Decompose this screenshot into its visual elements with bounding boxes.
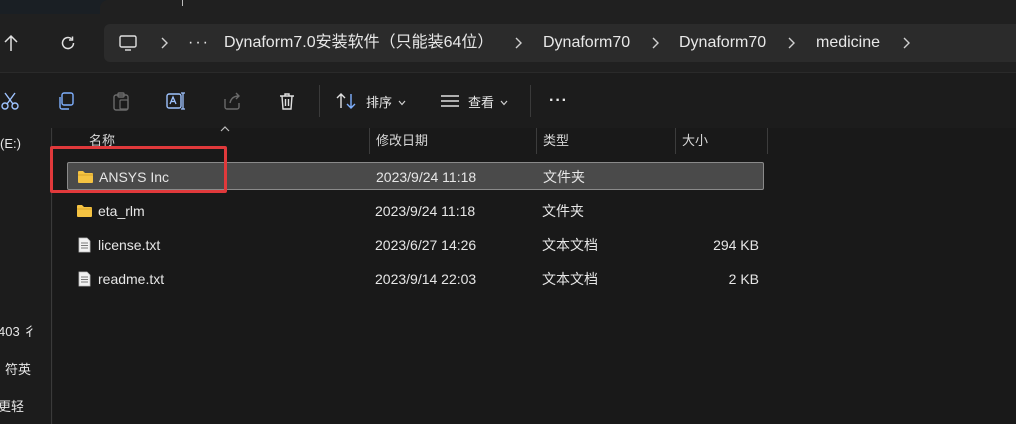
- copy-icon[interactable]: [52, 87, 80, 115]
- breadcrumb-dynaform70-a[interactable]: Dynaform70: [543, 24, 630, 62]
- active-tab-fragment[interactable]: [100, 0, 1016, 14]
- address-bar[interactable]: ··· Dynaform7.0安装软件（只能装64位） Dynaform70 D…: [104, 24, 1016, 62]
- sort-button[interactable]: 排序: [336, 90, 406, 112]
- nav-drive-e[interactable]: (E:): [0, 136, 21, 151]
- view-list-icon: [440, 94, 460, 108]
- folder-icon: [77, 169, 94, 185]
- breadcrumb-overflow[interactable]: ···: [188, 24, 210, 62]
- file-row-license-txt[interactable]: license.txt 2023/6/27 14:26 文本文档 294 KB: [67, 231, 764, 259]
- file-row-readme-txt[interactable]: readme.txt 2023/9/14 22:03 文本文档 2 KB: [67, 265, 764, 293]
- file-modified: 2023/9/24 11:18: [375, 203, 476, 219]
- file-type: 文件夹: [543, 169, 585, 185]
- refresh-icon[interactable]: [53, 28, 83, 58]
- file-size: 2 KB: [728, 271, 759, 287]
- file-name: ANSYS Inc: [99, 169, 170, 185]
- navigation-bar: ··· Dynaform7.0安装软件（只能装64位） Dynaform70 D…: [0, 14, 1016, 72]
- file-type: 文件夹: [542, 203, 584, 219]
- file-size: 294 KB: [713, 237, 759, 253]
- file-row-eta-rlm[interactable]: eta_rlm 2023/9/24 11:18 文件夹: [67, 197, 764, 225]
- chevron-right-icon[interactable]: [898, 35, 914, 51]
- file-size: [687, 197, 759, 225]
- column-divider[interactable]: [675, 128, 676, 154]
- view-button[interactable]: 查看: [440, 90, 508, 112]
- column-header-modified[interactable]: 修改日期: [376, 128, 428, 154]
- delete-icon[interactable]: [273, 87, 301, 115]
- file-modified: 2023/6/27 14:26: [375, 237, 477, 253]
- chevron-right-icon: [515, 37, 522, 49]
- nav-item-fragment[interactable]: 符英: [5, 359, 31, 378]
- breadcrumb-dynaform70-b[interactable]: Dynaform70: [679, 24, 766, 62]
- file-row-ansys-inc[interactable]: ANSYS Inc 2023/9/24 11:18 文件夹: [67, 162, 764, 190]
- sort-ascending-icon: [220, 126, 230, 132]
- title-strip: [0, 0, 1016, 14]
- column-divider[interactable]: [536, 128, 537, 154]
- file-name: license.txt: [98, 237, 161, 253]
- chevron-right-icon: [652, 37, 659, 49]
- file-list: 名称 修改日期 类型 大小 ANSYS Inc 2023/9/24 11:18 …: [53, 126, 1016, 424]
- column-divider[interactable]: [369, 128, 370, 154]
- chevron-down-icon: [500, 94, 508, 109]
- file-modified: 2023/9/14 22:03: [375, 271, 477, 287]
- sort-icon: [336, 92, 358, 110]
- toolbar-divider: [319, 85, 320, 117]
- file-type: 文本文档: [542, 271, 598, 287]
- file-type: 文本文档: [542, 237, 598, 253]
- file-name: readme.txt: [98, 271, 165, 287]
- chevron-right-icon: [161, 37, 168, 49]
- tab-separator: [182, 0, 183, 6]
- column-header-row: 名称 修改日期 类型 大小: [53, 126, 1016, 154]
- sort-label: 排序: [366, 94, 393, 110]
- rename-icon[interactable]: [162, 87, 190, 115]
- chevron-down-icon: [398, 94, 406, 109]
- nav-item-fragment[interactable]: 403 彳: [0, 321, 36, 340]
- toolbar-divider: [530, 85, 531, 117]
- navigation-pane: (E:) 403 彳 符英 更轻: [0, 128, 52, 424]
- paste-icon[interactable]: [107, 87, 135, 115]
- computer-icon: [118, 34, 138, 52]
- text-file-icon: [76, 237, 93, 253]
- breadcrumb-dynaform-installer[interactable]: Dynaform7.0安装软件（只能装64位）: [224, 24, 493, 62]
- chevron-right-icon: [788, 37, 795, 49]
- cut-icon[interactable]: [0, 87, 24, 115]
- text-file-icon: [76, 271, 93, 287]
- command-bar: 排序 查看 ···: [0, 72, 1016, 128]
- column-header-type[interactable]: 类型: [543, 128, 569, 154]
- file-size: [688, 163, 760, 191]
- more-options-button[interactable]: ···: [549, 90, 568, 112]
- column-header-size[interactable]: 大小: [682, 128, 708, 154]
- nav-item-fragment[interactable]: 更轻: [0, 396, 24, 415]
- share-icon[interactable]: [218, 87, 246, 115]
- breadcrumb-medicine[interactable]: medicine: [816, 24, 880, 62]
- folder-icon: [76, 203, 93, 219]
- view-label: 查看: [468, 94, 495, 110]
- column-divider[interactable]: [767, 128, 768, 154]
- file-modified: 2023/9/24 11:18: [376, 169, 477, 185]
- up-arrow-icon[interactable]: [0, 28, 26, 58]
- column-header-name[interactable]: 名称: [89, 128, 115, 154]
- file-name: eta_rlm: [98, 203, 145, 219]
